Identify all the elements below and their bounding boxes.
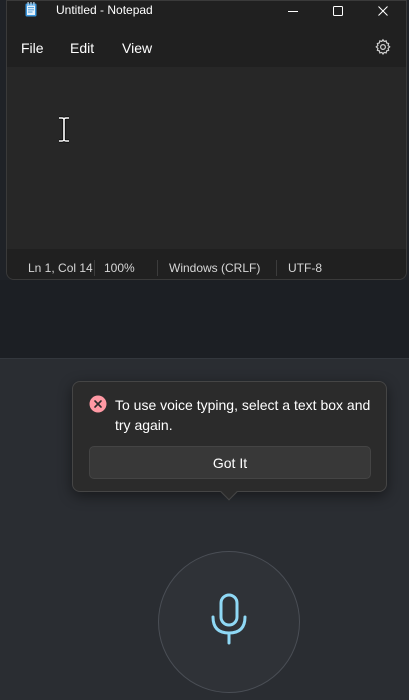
menu-file[interactable]: File <box>21 40 44 56</box>
voice-typing-error-tooltip: To use voice typing, select a text box a… <box>72 381 387 501</box>
status-cursor-position: Ln 1, Col 14 <box>28 261 93 275</box>
microphone-icon <box>209 593 249 652</box>
status-separator <box>157 260 158 276</box>
close-icon <box>377 5 389 17</box>
ibeam-cursor-icon <box>56 116 72 143</box>
voice-error-message: To use voice typing, select a text box a… <box>115 397 371 433</box>
desktop-background <box>0 280 409 358</box>
microphone-button[interactable] <box>158 551 300 693</box>
text-editor-area[interactable] <box>7 67 406 249</box>
menu-view[interactable]: View <box>122 40 152 56</box>
notepad-window: Untitled - Notepad File Edit View Ln 1, … <box>6 0 407 280</box>
menu-edit[interactable]: Edit <box>70 40 94 56</box>
window-title: Untitled - Notepad <box>56 3 153 17</box>
status-separator <box>276 260 277 276</box>
status-line-ending: Windows (CRLF) <box>169 261 261 275</box>
gear-icon[interactable] <box>374 38 392 56</box>
minimize-button[interactable] <box>271 1 315 21</box>
got-it-button[interactable]: Got It <box>89 446 371 479</box>
notepad-icon <box>25 2 37 17</box>
close-button[interactable] <box>361 1 405 21</box>
title-bar[interactable]: Untitled - Notepad <box>7 1 406 21</box>
voice-typing-panel: To use voice typing, select a text box a… <box>0 358 409 700</box>
tooltip-arrow <box>220 483 238 501</box>
maximize-button[interactable] <box>316 1 360 21</box>
minimize-icon <box>287 5 299 17</box>
error-circle-icon <box>89 395 107 413</box>
maximize-icon <box>332 5 344 17</box>
status-bar: Ln 1, Col 14 100% Windows (CRLF) UTF-8 <box>7 249 406 279</box>
status-separator <box>94 260 95 276</box>
status-encoding: UTF-8 <box>288 261 322 275</box>
status-zoom: 100% <box>104 261 135 275</box>
menu-bar: File Edit View <box>7 21 406 67</box>
